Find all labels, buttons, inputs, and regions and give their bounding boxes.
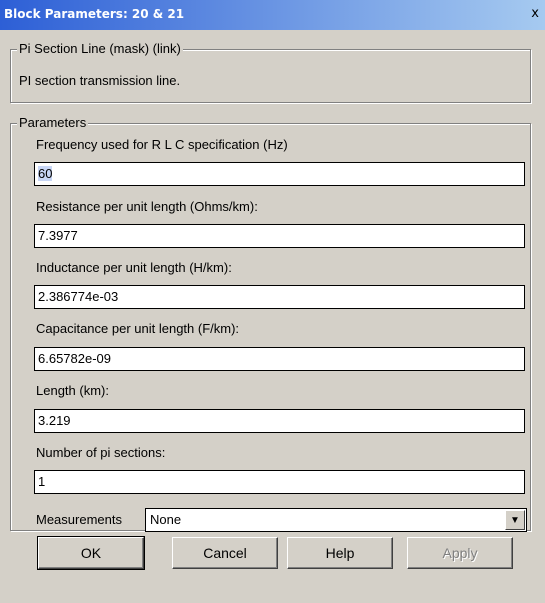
parameters-legend: Parameters	[17, 115, 89, 130]
sections-label: Number of pi sections:	[36, 445, 166, 460]
apply-button[interactable]: Apply	[407, 537, 513, 569]
measurements-label: Measurements	[36, 512, 122, 527]
measurements-value: None	[150, 512, 182, 527]
window-title: Block Parameters: 20 & 21	[4, 7, 185, 21]
chevron-down-icon[interactable]: ▼	[505, 510, 525, 530]
mask-legend: Pi Section Line (mask) (link)	[17, 41, 183, 56]
title-bar[interactable]: Block Parameters: 20 & 21 x	[0, 0, 545, 30]
capacitance-label: Capacitance per unit length (F/km):	[36, 321, 240, 336]
measurements-select[interactable]: None ▼	[145, 508, 527, 532]
close-icon[interactable]: x	[531, 6, 539, 21]
mask-description: PI section transmission line.	[19, 73, 181, 88]
resistance-field[interactable]: 7.3977	[34, 224, 525, 248]
frequency-field[interactable]: 60	[34, 162, 525, 186]
length-label: Length (km):	[36, 383, 109, 398]
capacitance-field[interactable]: 6.65782e-09	[34, 347, 525, 371]
length-field[interactable]: 3.219	[34, 409, 525, 433]
mask-group: Pi Section Line (mask) (link) PI section…	[10, 41, 531, 103]
ok-button[interactable]: OK	[37, 536, 145, 570]
sections-field[interactable]: 1	[34, 470, 525, 494]
inductance-field[interactable]: 2.386774e-03	[34, 285, 525, 309]
frequency-label: Frequency used for R L C specification (…	[36, 137, 288, 152]
frequency-value: 60	[38, 166, 53, 181]
resistance-label: Resistance per unit length (Ohms/km):	[36, 199, 258, 214]
cancel-button[interactable]: Cancel	[172, 537, 278, 569]
inductance-label: Inductance per unit length (H/km):	[36, 260, 232, 275]
help-button[interactable]: Help	[287, 537, 393, 569]
